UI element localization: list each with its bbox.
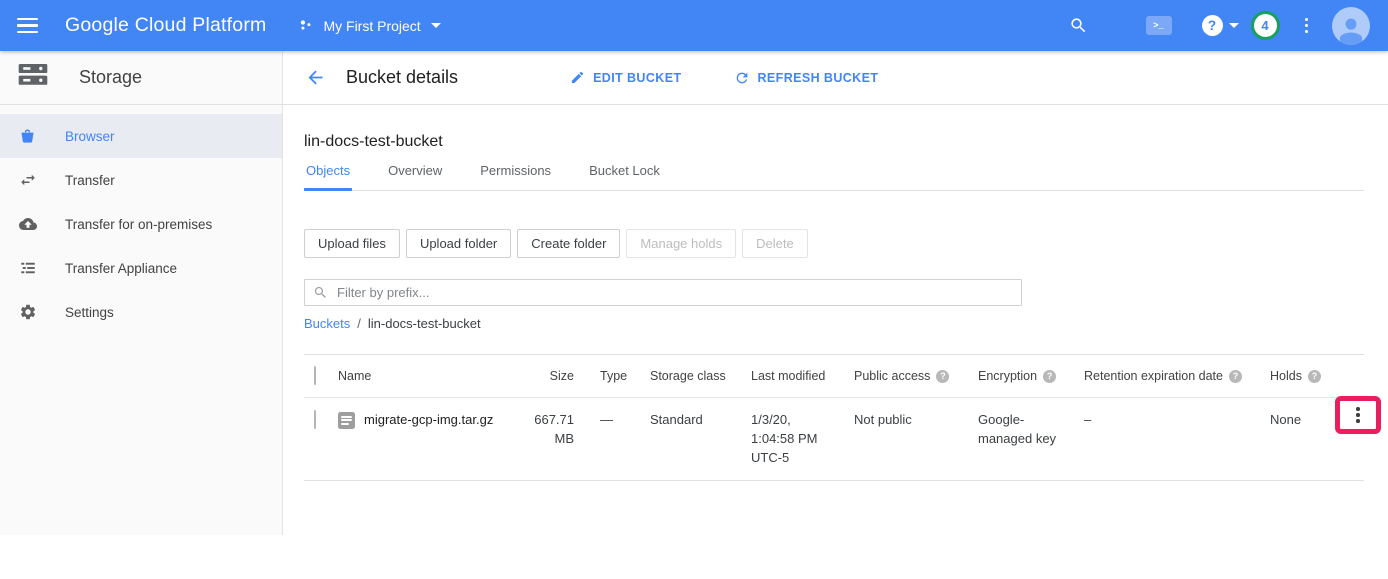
caret-down-icon: [1229, 23, 1239, 28]
cell-encryption: Google-managed key: [978, 411, 1062, 449]
sidebar-item-transfer[interactable]: Transfer: [0, 158, 282, 202]
tab-overview[interactable]: Overview: [386, 163, 444, 191]
sidebar-header: Storage: [0, 51, 282, 105]
topbar: Google Cloud Platform My First Project >…: [0, 0, 1388, 51]
notifications-badge[interactable]: 4: [1251, 11, 1280, 40]
sidebar-item-label: Transfer: [65, 173, 115, 188]
objects-table: Name Size Type Storage class Last modifi…: [304, 354, 1364, 481]
caret-down-icon: [431, 23, 441, 28]
sidebar-item-label: Browser: [65, 129, 115, 144]
breadcrumb-buckets-link[interactable]: Buckets: [304, 316, 350, 331]
sidebar-item-label: Settings: [65, 305, 114, 320]
search-icon[interactable]: [1069, 16, 1088, 35]
appliance-list-icon: [19, 259, 37, 277]
column-header-size: Size: [514, 369, 578, 383]
cell-size: 667.71 MB: [532, 411, 578, 449]
cell-type: —: [600, 411, 650, 430]
cell-storage-class: Standard: [650, 411, 751, 430]
bucket-icon: [19, 128, 37, 145]
main-header: Bucket details EDIT BUCKET REFRESH BUCKE…: [283, 51, 1388, 105]
tab-bucket-lock[interactable]: Bucket Lock: [587, 163, 662, 191]
project-picker[interactable]: My First Project: [299, 18, 440, 34]
gear-icon: [19, 303, 37, 321]
sidebar-item-label: Transfer for on-premises: [65, 217, 212, 232]
row-checkbox[interactable]: [314, 410, 316, 429]
refresh-icon: [734, 70, 750, 86]
pencil-icon: [570, 70, 585, 85]
edit-bucket-button[interactable]: EDIT BUCKET: [570, 70, 681, 85]
object-name-link[interactable]: migrate-gcp-img.tar.gz: [364, 411, 493, 430]
search-icon: [313, 285, 328, 300]
cell-retention-expiration-date: –: [1084, 411, 1270, 430]
manage-holds-button: Manage holds: [626, 229, 736, 258]
create-folder-button[interactable]: Create folder: [517, 229, 620, 258]
refresh-bucket-button[interactable]: REFRESH BUCKET: [734, 70, 879, 86]
help-icon[interactable]: ?: [1229, 370, 1242, 383]
page-title: Bucket details: [346, 67, 458, 88]
avatar[interactable]: [1332, 7, 1370, 45]
sidebar-item-transfer-appliance[interactable]: Transfer Appliance: [0, 246, 282, 290]
swap-arrows-icon: [19, 171, 37, 189]
sidebar-item-label: Transfer Appliance: [65, 261, 177, 276]
breadcrumb-current: lin-docs-test-bucket: [368, 316, 481, 331]
back-arrow-icon[interactable]: [305, 67, 326, 88]
column-header-holds: Holds?: [1270, 369, 1332, 383]
breadcrumb-separator: /: [357, 316, 361, 331]
storage-product-icon: [17, 62, 49, 93]
row-highlight-box: [1335, 396, 1381, 434]
cloud-shell-icon[interactable]: >_: [1146, 16, 1202, 35]
upload-files-button[interactable]: Upload files: [304, 229, 400, 258]
cloud-upload-icon: [19, 215, 37, 233]
column-header-storage-class: Storage class: [650, 369, 751, 383]
filter-bar: [304, 279, 1022, 306]
filter-by-prefix-input[interactable]: [304, 279, 1022, 306]
column-header-name: Name: [338, 369, 514, 383]
sidebar-title: Storage: [79, 67, 142, 88]
sidebar: Storage Browser Transfer Transfer for on…: [0, 51, 283, 535]
tab-objects[interactable]: Objects: [304, 163, 352, 191]
sidebar-nav: Browser Transfer Transfer for on-premise…: [0, 105, 282, 334]
sidebar-item-settings[interactable]: Settings: [0, 290, 282, 334]
column-header-encryption: Encryption?: [978, 369, 1084, 383]
column-header-last-modified: Last modified: [751, 369, 854, 383]
upload-folder-button[interactable]: Upload folder: [406, 229, 511, 258]
column-header-type: Type: [600, 369, 650, 383]
sidebar-item-transfer-on-premises[interactable]: Transfer for on-premises: [0, 202, 282, 246]
project-icon: [299, 18, 314, 33]
object-toolbar: Upload files Upload folder Create folder…: [304, 229, 1364, 258]
project-name: My First Project: [323, 18, 420, 34]
column-header-public-access: Public access?: [854, 369, 978, 383]
breadcrumb: Buckets / lin-docs-test-bucket: [304, 316, 1364, 331]
help-icon[interactable]: ?: [936, 370, 949, 383]
main-panel: Bucket details EDIT BUCKET REFRESH BUCKE…: [283, 51, 1388, 481]
more-options-icon[interactable]: [1301, 14, 1313, 38]
help-menu-icon[interactable]: ?: [1202, 15, 1239, 36]
product-name[interactable]: Google Cloud Platform: [65, 14, 266, 37]
file-icon: [338, 412, 355, 429]
select-all-checkbox[interactable]: [314, 366, 316, 385]
cell-public-access: Not public: [854, 411, 978, 430]
cell-last-modified: 1/3/20, 1:04:58 PM UTC-5: [751, 411, 831, 468]
cell-holds: None: [1270, 411, 1332, 430]
sidebar-item-browser[interactable]: Browser: [0, 114, 282, 158]
tab-bar: Objects Overview Permissions Bucket Lock: [304, 163, 1364, 191]
bucket-name: lin-docs-test-bucket: [304, 133, 1364, 151]
column-header-retention-expiration-date: Retention expiration date?: [1084, 369, 1270, 383]
tab-permissions[interactable]: Permissions: [478, 163, 553, 191]
delete-button: Delete: [742, 229, 808, 258]
help-icon[interactable]: ?: [1043, 370, 1056, 383]
row-actions-kebab-icon[interactable]: [1356, 407, 1360, 423]
hamburger-menu-icon[interactable]: [0, 12, 55, 40]
table-header-row: Name Size Type Storage class Last modifi…: [304, 355, 1364, 398]
help-icon[interactable]: ?: [1308, 370, 1321, 383]
table-row: migrate-gcp-img.tar.gz 667.71 MB — Stand…: [304, 398, 1364, 480]
